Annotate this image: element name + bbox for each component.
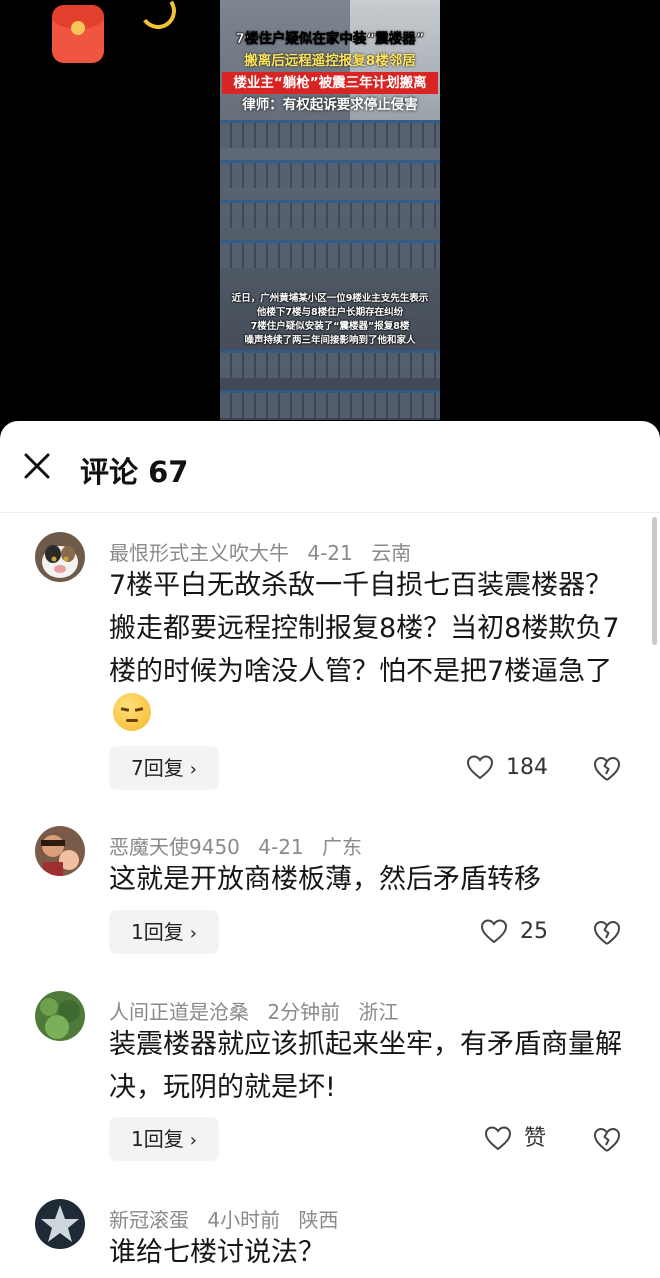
like-count: 184 [506,755,548,780]
avatar[interactable] [35,532,85,582]
reply-count-label: 1回复 [131,1127,184,1151]
comment-username[interactable]: 最恨形式主义吹大牛 [109,541,289,565]
red-packet-icon[interactable] [52,0,179,63]
video-title-line-3: 楼业主“躺枪”被震三年计划搬离 [222,72,438,94]
comment-time: 4-21 [258,835,304,859]
heart-icon [466,755,494,780]
video-caption-line: 他楼下7楼与8楼住户长期存在纠纷 [256,307,404,318]
video-title-line-4: 律师：有权起诉要求停止侵害 [242,97,418,113]
video-caption-overlay: 近日，广州黄埔某小区一位9楼业主支先生表示 他楼下7楼与8楼住户长期存在纠纷 7… [220,292,440,348]
heart-icon [484,1126,512,1151]
comments-header: 评论 67 [0,421,660,513]
comment-meta: 新冠滚蛋 4小时前 陕西 [109,1204,350,1233]
comment-username[interactable]: 恶魔天使9450 [109,835,240,859]
video-caption-line: 近日，广州黄埔某小区一位9楼业主支先生表示 [231,293,429,304]
broken-heart-icon[interactable] [592,1124,622,1154]
video-title-line-2: 搬离后远程遥控报复8楼邻居 [244,53,416,69]
scrollbar[interactable] [652,517,657,645]
view-replies-button[interactable]: 1回复 › [109,1117,219,1161]
video-caption-line: 7楼住户疑似安装了“震楼器”报复8楼 [250,321,410,332]
chevron-right-icon: › [189,923,197,944]
broken-heart-icon[interactable] [592,753,622,783]
comment-location: 广东 [322,835,363,859]
comment-time: 2分钟前 [267,1000,341,1024]
comment-text: 这就是开放商楼板薄，然后矛盾转移 [109,864,541,895]
comment-location: 云南 [371,541,412,565]
video-frame[interactable]: 7楼住户疑似在家中装“震楼器” 搬离后远程遥控报复8楼邻居 楼业主“躺枪”被震三… [220,0,440,420]
comment-time: 4-21 [307,541,353,565]
view-replies-button[interactable]: 7回复 › [109,746,219,790]
comment-meta: 恶魔天使9450 4-21 广东 [109,831,374,860]
comment-body[interactable]: 谁给七楼讨说法？ [109,1231,634,1274]
avatar[interactable] [35,1199,85,1249]
avatar[interactable] [35,826,85,876]
view-replies-button[interactable]: 1回复 › [109,910,219,954]
comment-meta: 最恨形式主义吹大牛 4-21 云南 [109,537,423,566]
comment-meta: 人间正道是沧桑 2分钟前 浙江 [109,996,410,1025]
like-count: 25 [520,919,548,944]
comment-text: 谁给七楼讨说法？ [109,1237,325,1268]
video-title-overlay: 7楼住户疑似在家中装“震楼器” 搬离后远程遥控报复8楼邻居 楼业主“躺枪”被震三… [220,28,440,116]
video-player[interactable]: 7楼住户疑似在家中装“震楼器” 搬离后远程遥控报复8楼邻居 楼业主“躺枪”被震三… [0,0,660,440]
chevron-right-icon: › [189,759,197,780]
heart-icon [480,919,508,944]
video-caption-line: 噪声持续了两三年间接影响到了他和家人 [244,335,416,346]
comment-location: 陕西 [298,1208,339,1232]
like-button[interactable]: 25 [480,910,548,954]
comment-location: 浙江 [358,1000,399,1024]
angry-face-emoji [113,693,151,731]
video-title-line-1: 7楼住户疑似在家中装“震楼器” [235,31,425,48]
comment-text: 装震楼器就应该抓起来坐牢，有矛盾商量解决，玩阴的就是坏! [109,1029,622,1103]
reply-count-label: 1回复 [131,920,184,944]
comments-sheet: 评论 67 最恨形式主义吹大牛 4-21 云南 7楼平白无故杀敌一千自损七百装震… [0,421,660,1278]
close-icon[interactable] [22,451,52,481]
reply-count-label: 7回复 [131,756,184,780]
comment-body[interactable]: 装震楼器就应该抓起来坐牢，有矛盾商量解决，玩阴的就是坏! [109,1023,634,1109]
comment-text: 7楼平白无故杀敌一千自损七百装震楼器？搬走都要远程控制报复8楼？当初8楼欺负7楼… [109,570,620,687]
comment-body[interactable]: 7楼平白无故杀敌一千自损七百装震楼器？搬走都要远程控制报复8楼？当初8楼欺负7楼… [109,564,634,736]
chevron-right-icon: › [189,1130,197,1151]
like-button[interactable]: 赞 [484,1117,546,1161]
comments-title: 评论 67 [80,455,189,489]
like-count: 赞 [524,1126,547,1151]
comment-time: 4小时前 [207,1208,281,1232]
avatar[interactable] [35,991,85,1041]
comment-username[interactable]: 人间正道是沧桑 [109,1000,249,1024]
comment-body[interactable]: 这就是开放商楼板薄，然后矛盾转移 [109,858,634,901]
broken-heart-icon[interactable] [592,917,622,947]
like-button[interactable]: 184 [466,746,548,790]
comment-username[interactable]: 新冠滚蛋 [109,1208,189,1232]
